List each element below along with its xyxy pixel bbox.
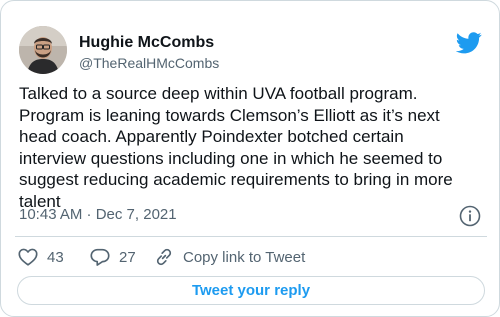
tweet-timestamp[interactable]: 10:43 AM · Dec 7, 2021 [19,206,177,223]
link-icon [156,248,172,266]
like-button[interactable]: 43 [17,244,64,270]
divider [15,236,487,237]
tweet-your-reply-label: Tweet your reply [191,282,311,299]
copy-link-label: Copy link to Tweet [183,248,306,266]
reply-bubble-icon [90,248,110,266]
avatar[interactable] [19,26,67,74]
heart-icon [18,248,38,266]
tweet-text: Talked to a source deep within UVA footb… [19,84,453,211]
avatar-photo [19,26,67,74]
info-icon[interactable] [459,205,481,227]
author-handle[interactable]: @TheRealHMcCombs [79,55,219,71]
tweet-actions: 43 27 Copy link to Tweet [1,244,500,270]
author-name[interactable]: Hughie McCombs [79,34,214,52]
reply-button[interactable]: 27 [89,244,136,270]
twitter-bird-icon[interactable] [456,32,482,54]
like-count: 43 [47,248,64,266]
copy-link-button[interactable]: Copy link to Tweet [153,244,305,270]
reply-count: 27 [119,248,136,266]
tweet-card: Hughie McCombs @TheRealHMcCombs Talked t… [0,0,500,317]
tweet-your-reply-button[interactable]: Tweet your reply [17,276,485,305]
